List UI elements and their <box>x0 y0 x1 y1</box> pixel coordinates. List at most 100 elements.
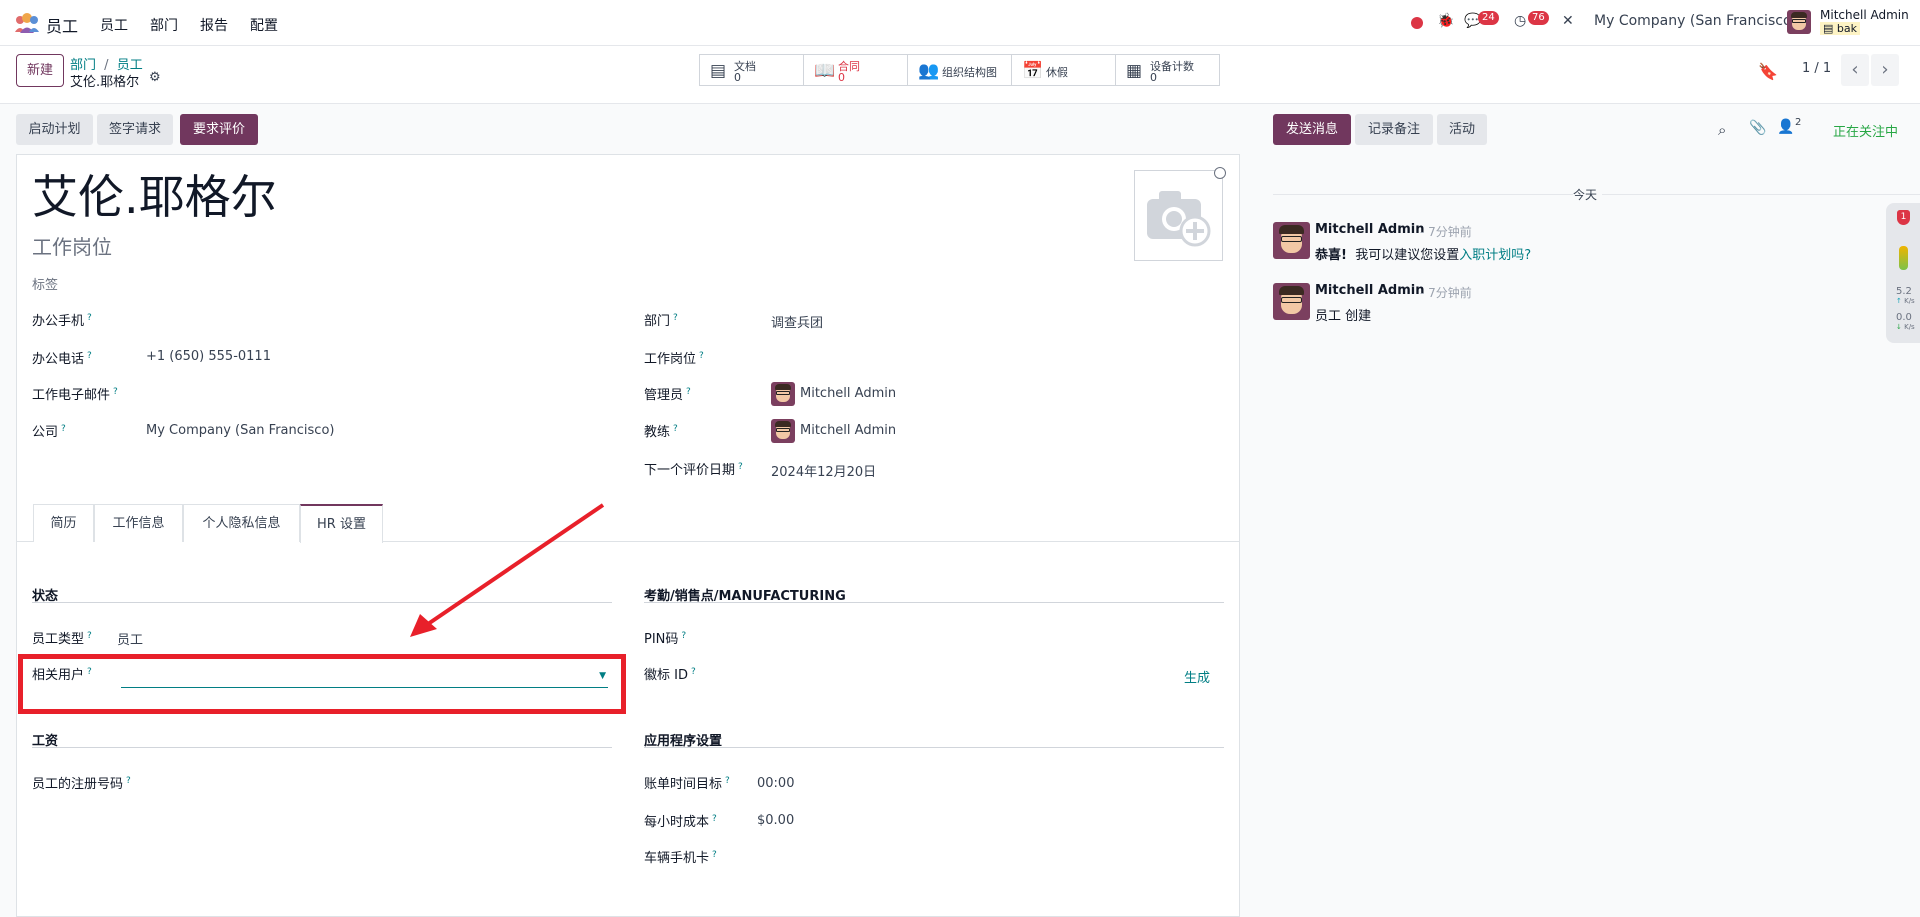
photo-upload[interactable] <box>1134 170 1223 261</box>
date-divider-right <box>1602 194 1920 195</box>
activity-button[interactable]: 活动 <box>1437 114 1487 145</box>
launch-plan-button[interactable]: 启动计划 <box>16 114 93 145</box>
company-label: 公司? <box>32 423 66 440</box>
bug-icon[interactable]: 🐞 <box>1437 13 1454 29</box>
next-appraisal-field[interactable]: 2024年12月20日 <box>771 461 876 480</box>
attendance-section-divider <box>644 602 1224 603</box>
employees-app-icon[interactable] <box>14 12 40 34</box>
coach-avatar <box>771 419 795 443</box>
department-label: 部门? <box>644 312 678 329</box>
tab-resume[interactable]: 简历 <box>33 504 94 542</box>
department-field[interactable]: 调查兵团 <box>771 312 823 331</box>
smart-button-documents[interactable]: ▤ 文档 0 <box>699 54 804 86</box>
download-unit: ↓ K/s <box>1896 323 1915 331</box>
date-divider-left <box>1273 194 1573 195</box>
upload-unit: ↑ K/s <box>1896 297 1915 305</box>
log-note-button[interactable]: 记录备注 <box>1355 114 1433 145</box>
message-author[interactable]: Mitchell Admin <box>1315 283 1424 298</box>
send-message-button[interactable]: 发送消息 <box>1273 114 1351 145</box>
message-body: 员工 创建 <box>1315 309 1372 324</box>
onboarding-plan-link[interactable]: 入职计划吗? <box>1459 248 1531 263</box>
date-separator: 今天 <box>1573 188 1598 202</box>
smart-button-equipment[interactable]: ▦ 设备计数 0 <box>1115 54 1220 86</box>
company-switcher[interactable]: My Company (San Francisco) <box>1594 13 1797 29</box>
pager-next-button[interactable]: › <box>1871 54 1899 86</box>
work-email-label: 工作电子邮件? <box>32 386 118 403</box>
record-title: 艾伦.耶格尔 <box>70 75 140 90</box>
manager-avatar <box>771 382 795 406</box>
pager-previous-button[interactable]: ‹ <box>1841 54 1869 86</box>
camera-plus-icon <box>1147 191 1211 247</box>
activities-icon[interactable]: ◷ <box>1514 13 1526 29</box>
hourly-cost-field[interactable]: $0.00 <box>757 813 794 828</box>
smart-button-org-chart[interactable]: 👥 组织结构图 <box>907 54 1012 86</box>
followers-count: 2 <box>1795 117 1802 128</box>
work-mobile-label: 办公手机? <box>32 312 92 329</box>
user-avatar[interactable] <box>1787 10 1811 34</box>
user-name[interactable]: Mitchell Admin <box>1820 8 1909 22</box>
new-button[interactable]: 新建 <box>16 54 64 87</box>
badge-id-label: 徽标 ID? <box>644 666 696 683</box>
gear-icon[interactable]: ⚙ <box>149 70 161 85</box>
tags-field[interactable]: 标签 <box>32 274 58 293</box>
tab-work-information[interactable]: 工作信息 <box>94 504 183 542</box>
paperclip-icon[interactable]: 📎 <box>1749 120 1766 136</box>
followers-icon[interactable]: 👤 <box>1777 119 1794 135</box>
db-name: ▤ bak <box>1820 22 1860 35</box>
vehicle-sim-label: 车辆手机卡? <box>644 849 717 866</box>
download-speed: 0.0 <box>1896 312 1912 323</box>
bookmark-icon[interactable]: 🔖 <box>1758 62 1778 81</box>
upload-speed: 5.2 <box>1896 286 1912 297</box>
menu-departments[interactable]: 部门 <box>150 15 178 35</box>
pin-label: PIN码? <box>644 630 687 647</box>
message-avatar[interactable] <box>1273 283 1310 320</box>
messages-badge: 24 <box>1478 11 1499 25</box>
sign-request-button[interactable]: 签字请求 <box>97 114 173 145</box>
menu-reports[interactable]: 报告 <box>200 15 228 35</box>
record-icon[interactable] <box>1411 17 1423 29</box>
menu-employees[interactable]: 员工 <box>100 15 128 35</box>
top-navbar: 员工 员工 部门 报告 配置 🐞 💬 24 ◷ 76 ✕ My Company … <box>0 0 1920 46</box>
tab-hr-settings[interactable]: HR 设置 <box>300 504 383 543</box>
coach-field[interactable]: Mitchell Admin <box>800 423 896 438</box>
work-phone-field[interactable]: +1 (650) 555-0111 <box>146 349 271 364</box>
app-name[interactable]: 员工 <box>46 13 78 37</box>
coach-label: 教练? <box>644 423 678 440</box>
next-appraisal-label: 下一个评价日期? <box>644 461 743 478</box>
users-icon: 👥 <box>918 61 940 81</box>
message-author[interactable]: Mitchell Admin <box>1315 222 1424 237</box>
employee-type-field[interactable]: 员工 <box>117 629 143 648</box>
hourly-cost-label: 每小时成本? <box>644 813 717 830</box>
annotation-highlight-box <box>18 654 626 714</box>
book-icon: 📖 <box>814 61 836 81</box>
work-phone-label: 办公电话? <box>32 350 92 367</box>
timesheet-target-field[interactable]: 00:00 <box>757 776 794 791</box>
network-speed-widget[interactable]: 1 5.2 ↑ K/s 0.0 ↓ K/s <box>1886 203 1920 343</box>
generate-badge-button[interactable]: 生成 <box>1184 667 1210 686</box>
job-title-field[interactable]: 工作岗位 <box>32 231 112 260</box>
smart-button-time-off[interactable]: 📅 休假 <box>1011 54 1116 86</box>
debug-tools-icon[interactable]: ✕ <box>1562 13 1574 29</box>
message-avatar[interactable] <box>1273 222 1310 259</box>
company-field[interactable]: My Company (San Francisco) <box>146 423 334 438</box>
search-icon[interactable]: ⌕ <box>1718 121 1726 139</box>
message-body: 恭喜! 我可以建议您设置入职计划吗? <box>1315 248 1532 263</box>
message-time: - 7分钟前 <box>1420 286 1472 300</box>
job-position-label: 工作岗位? <box>644 350 704 367</box>
gauge-icon <box>1899 246 1908 270</box>
activities-badge: 76 <box>1528 11 1549 25</box>
menu-configuration[interactable]: 配置 <box>250 15 278 35</box>
manager-field[interactable]: Mitchell Admin <box>800 386 896 401</box>
smart-button-contracts[interactable]: 📖 合同 0 <box>803 54 908 86</box>
document-icon: ▤ <box>710 61 727 81</box>
tab-private-information[interactable]: 个人隐私信息 <box>183 504 300 542</box>
message-time: - 7分钟前 <box>1420 225 1472 239</box>
timesheet-target-label: 账单时间目标? <box>644 775 730 792</box>
calendar-icon: 📅 <box>1022 61 1044 81</box>
employee-name-field[interactable]: 艾伦.耶格尔 <box>32 170 277 224</box>
pager-value[interactable]: 1 / 1 <box>1802 61 1831 76</box>
following-button[interactable]: 正在关注中 <box>1833 121 1898 140</box>
request-appraisal-button[interactable]: 要求评价 <box>180 114 258 145</box>
cubes-icon: ▦ <box>1126 61 1143 81</box>
status-dot[interactable] <box>1214 167 1226 179</box>
